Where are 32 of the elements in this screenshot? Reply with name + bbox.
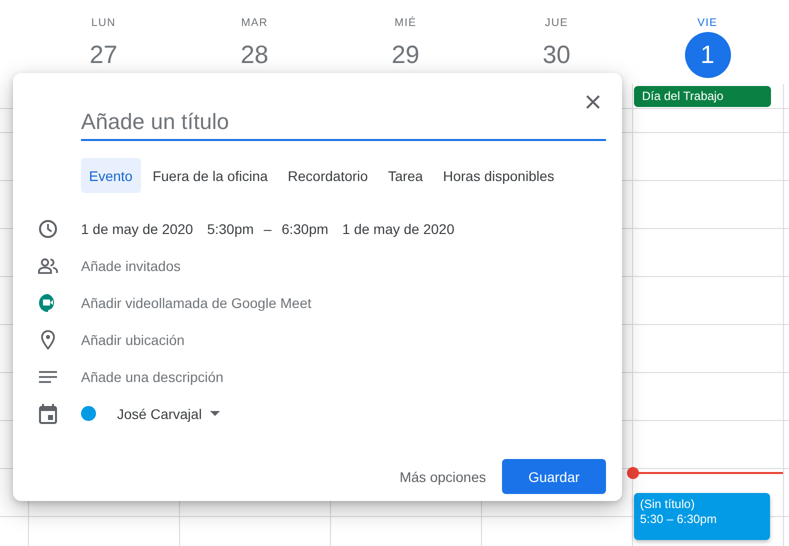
clock-icon bbox=[37, 218, 59, 238]
add-guests-link[interactable]: Añade invitados bbox=[81, 258, 181, 274]
calendar-owner-dropdown[interactable]: José Carvajal bbox=[113, 404, 224, 424]
start-time[interactable]: 5:30pm bbox=[207, 220, 254, 236]
event-type-tab[interactable]: Tarea bbox=[380, 158, 431, 193]
add-description-link[interactable]: Añade una descripción bbox=[81, 368, 224, 384]
start-date[interactable]: 1 de may de 2020 bbox=[81, 220, 194, 236]
weekday-label: MIÉ bbox=[394, 16, 416, 30]
event-type-tab[interactable]: Fuera de la oficina bbox=[144, 158, 276, 193]
calendar-icon bbox=[37, 404, 59, 424]
event-time: 5:30 – 6:30pm bbox=[640, 512, 718, 527]
time-separator: – bbox=[264, 220, 272, 236]
dropdown-caret-icon bbox=[210, 411, 220, 416]
all-day-event[interactable]: Día del Trabajo bbox=[634, 86, 771, 107]
weekday-label: LUN bbox=[91, 16, 116, 30]
event-title: (Sin título) bbox=[640, 497, 696, 512]
text-lines-icon bbox=[37, 370, 59, 382]
save-button[interactable]: Guardar bbox=[502, 459, 606, 494]
end-date[interactable]: 1 de may de 2020 bbox=[342, 220, 454, 236]
more-options-button[interactable]: Más opciones bbox=[398, 460, 488, 492]
event-chip[interactable]: (Sin título) 5:30 – 6:30pm bbox=[634, 493, 770, 540]
event-type-tab[interactable]: Evento bbox=[81, 158, 141, 193]
date-number[interactable]: 1 bbox=[684, 32, 730, 78]
event-type-tab[interactable]: Recordatorio bbox=[280, 158, 376, 193]
people-icon bbox=[37, 258, 59, 274]
weekday-label: VIE bbox=[697, 16, 718, 30]
end-time[interactable]: 6:30pm bbox=[282, 220, 328, 236]
add-video-call-link[interactable]: Añadir videollamada de Google Meet bbox=[81, 294, 312, 310]
event-type-tab[interactable]: Horas disponibles bbox=[434, 158, 562, 193]
add-location-link[interactable]: Añadir ubicación bbox=[81, 332, 185, 348]
weekday-label: MAR bbox=[241, 16, 268, 30]
weekday-label: JUE bbox=[544, 16, 568, 30]
